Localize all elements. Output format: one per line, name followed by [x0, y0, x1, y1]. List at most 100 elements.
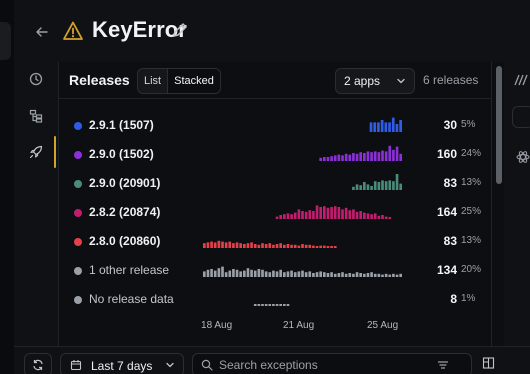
release-row[interactable]: 1 other release 134 20% — [59, 257, 491, 285]
release-row[interactable]: 2.9.0 (1502) 160 24% — [59, 141, 491, 169]
release-sparkline — [369, 117, 402, 132]
date-range-select[interactable]: Last 7 days — [60, 353, 184, 374]
spark-bar — [370, 186, 373, 190]
spark-bar — [399, 183, 402, 190]
spark-bar — [399, 273, 402, 277]
spark-bar — [381, 215, 384, 219]
spark-bar — [308, 244, 312, 248]
search-box — [192, 353, 472, 374]
stack-icon — [514, 74, 528, 86]
spark-bar — [381, 274, 384, 277]
spark-bar — [308, 271, 312, 277]
spark-bar — [279, 269, 282, 277]
spark-bar — [352, 273, 355, 277]
releases-title: Releases — [69, 72, 130, 88]
spark-bar — [213, 270, 217, 277]
spark-bar — [384, 273, 388, 277]
rail-item-releases[interactable] — [24, 140, 48, 164]
spark-bar — [253, 270, 257, 277]
rail-item-tree[interactable] — [24, 104, 48, 128]
spark-bar — [283, 304, 286, 306]
spark-bar — [399, 120, 402, 132]
edit-title-button[interactable] — [171, 21, 189, 39]
release-row[interactable]: 2.9.1 (1507) 30 5% — [59, 112, 491, 140]
spark-bar — [359, 211, 362, 219]
release-row[interactable]: No release data 8 1% — [59, 286, 491, 314]
release-event-count: 83 — [443, 234, 457, 248]
apps-select[interactable]: 2 apps — [335, 68, 415, 94]
columns-icon[interactable] — [482, 356, 496, 370]
spark-bar — [312, 273, 315, 277]
spark-bar — [384, 122, 388, 132]
spark-bar — [264, 271, 268, 277]
spark-bar — [283, 214, 286, 219]
spark-bar — [224, 242, 228, 248]
spark-bar — [359, 185, 362, 190]
spark-bar — [352, 153, 355, 161]
refresh-button[interactable] — [24, 353, 52, 374]
spark-bar — [359, 152, 362, 161]
release-color-dot — [74, 238, 82, 246]
release-sparkline — [253, 304, 290, 306]
spark-bar — [377, 182, 381, 190]
spark-bar — [395, 274, 399, 277]
spark-bar — [272, 244, 275, 248]
scrollbar-thumb[interactable] — [496, 66, 502, 184]
search-input[interactable] — [219, 357, 419, 373]
spark-bar — [264, 244, 268, 248]
rail-active-indicator — [54, 136, 56, 168]
spark-bar — [395, 146, 399, 161]
filter-icon[interactable] — [437, 359, 449, 371]
spark-bar — [235, 242, 239, 248]
spark-bar — [377, 215, 381, 219]
spark-bar — [333, 206, 337, 219]
view-list-button[interactable]: List — [138, 69, 167, 93]
spark-bar — [232, 269, 235, 277]
view-stacked-button[interactable]: Stacked — [167, 69, 220, 93]
atom-icon — [516, 151, 530, 163]
spark-bar — [330, 156, 333, 161]
spark-bar — [206, 269, 210, 277]
spark-bar — [239, 271, 242, 277]
app-window: KeyError Releases List Stacked 2 apps 6 … — [0, 0, 530, 374]
release-row[interactable]: 2.9.0 (20901) 83 13% — [59, 170, 491, 198]
spark-bar — [239, 243, 242, 248]
spark-bar — [275, 304, 279, 306]
spark-bar — [312, 245, 315, 248]
release-color-dot — [74, 296, 82, 304]
release-percent: 13% — [461, 177, 482, 188]
tree-icon — [29, 109, 43, 123]
spark-bar — [323, 157, 326, 161]
release-row[interactable]: 2.8.2 (20874) 164 25% — [59, 199, 491, 227]
spark-bar — [217, 240, 221, 248]
pencil-icon — [173, 23, 187, 37]
releases-scrollbar[interactable] — [491, 62, 505, 346]
rail-item-history[interactable] — [24, 67, 48, 91]
release-percent: 20% — [461, 264, 482, 275]
spark-bar — [217, 268, 221, 277]
spark-bar — [293, 272, 297, 277]
release-color-dot — [74, 267, 82, 275]
spark-bar — [261, 269, 264, 277]
x-axis: 18 Aug 21 Aug 25 Aug — [201, 318, 403, 334]
spark-bar — [213, 242, 217, 248]
spark-bar — [301, 270, 304, 277]
release-color-dot — [74, 151, 82, 159]
spark-bar — [323, 245, 326, 248]
spark-bar — [203, 243, 206, 248]
spark-bar — [283, 244, 286, 248]
spark-bar — [297, 271, 301, 277]
release-color-dot — [74, 122, 82, 130]
release-percent: 25% — [461, 206, 482, 217]
release-row[interactable]: 2.8.0 (20860) 83 13% — [59, 228, 491, 256]
spark-bar — [333, 273, 337, 277]
release-label: 2.8.2 (20874) — [89, 205, 161, 219]
spark-bar — [272, 270, 275, 277]
right-pane-button[interactable] — [512, 106, 530, 128]
spark-bar — [224, 272, 228, 277]
spark-bar — [228, 270, 232, 277]
back-button[interactable] — [34, 22, 50, 42]
spark-bar — [355, 153, 359, 161]
spark-bar — [348, 210, 352, 219]
release-event-count: 160 — [436, 147, 457, 161]
